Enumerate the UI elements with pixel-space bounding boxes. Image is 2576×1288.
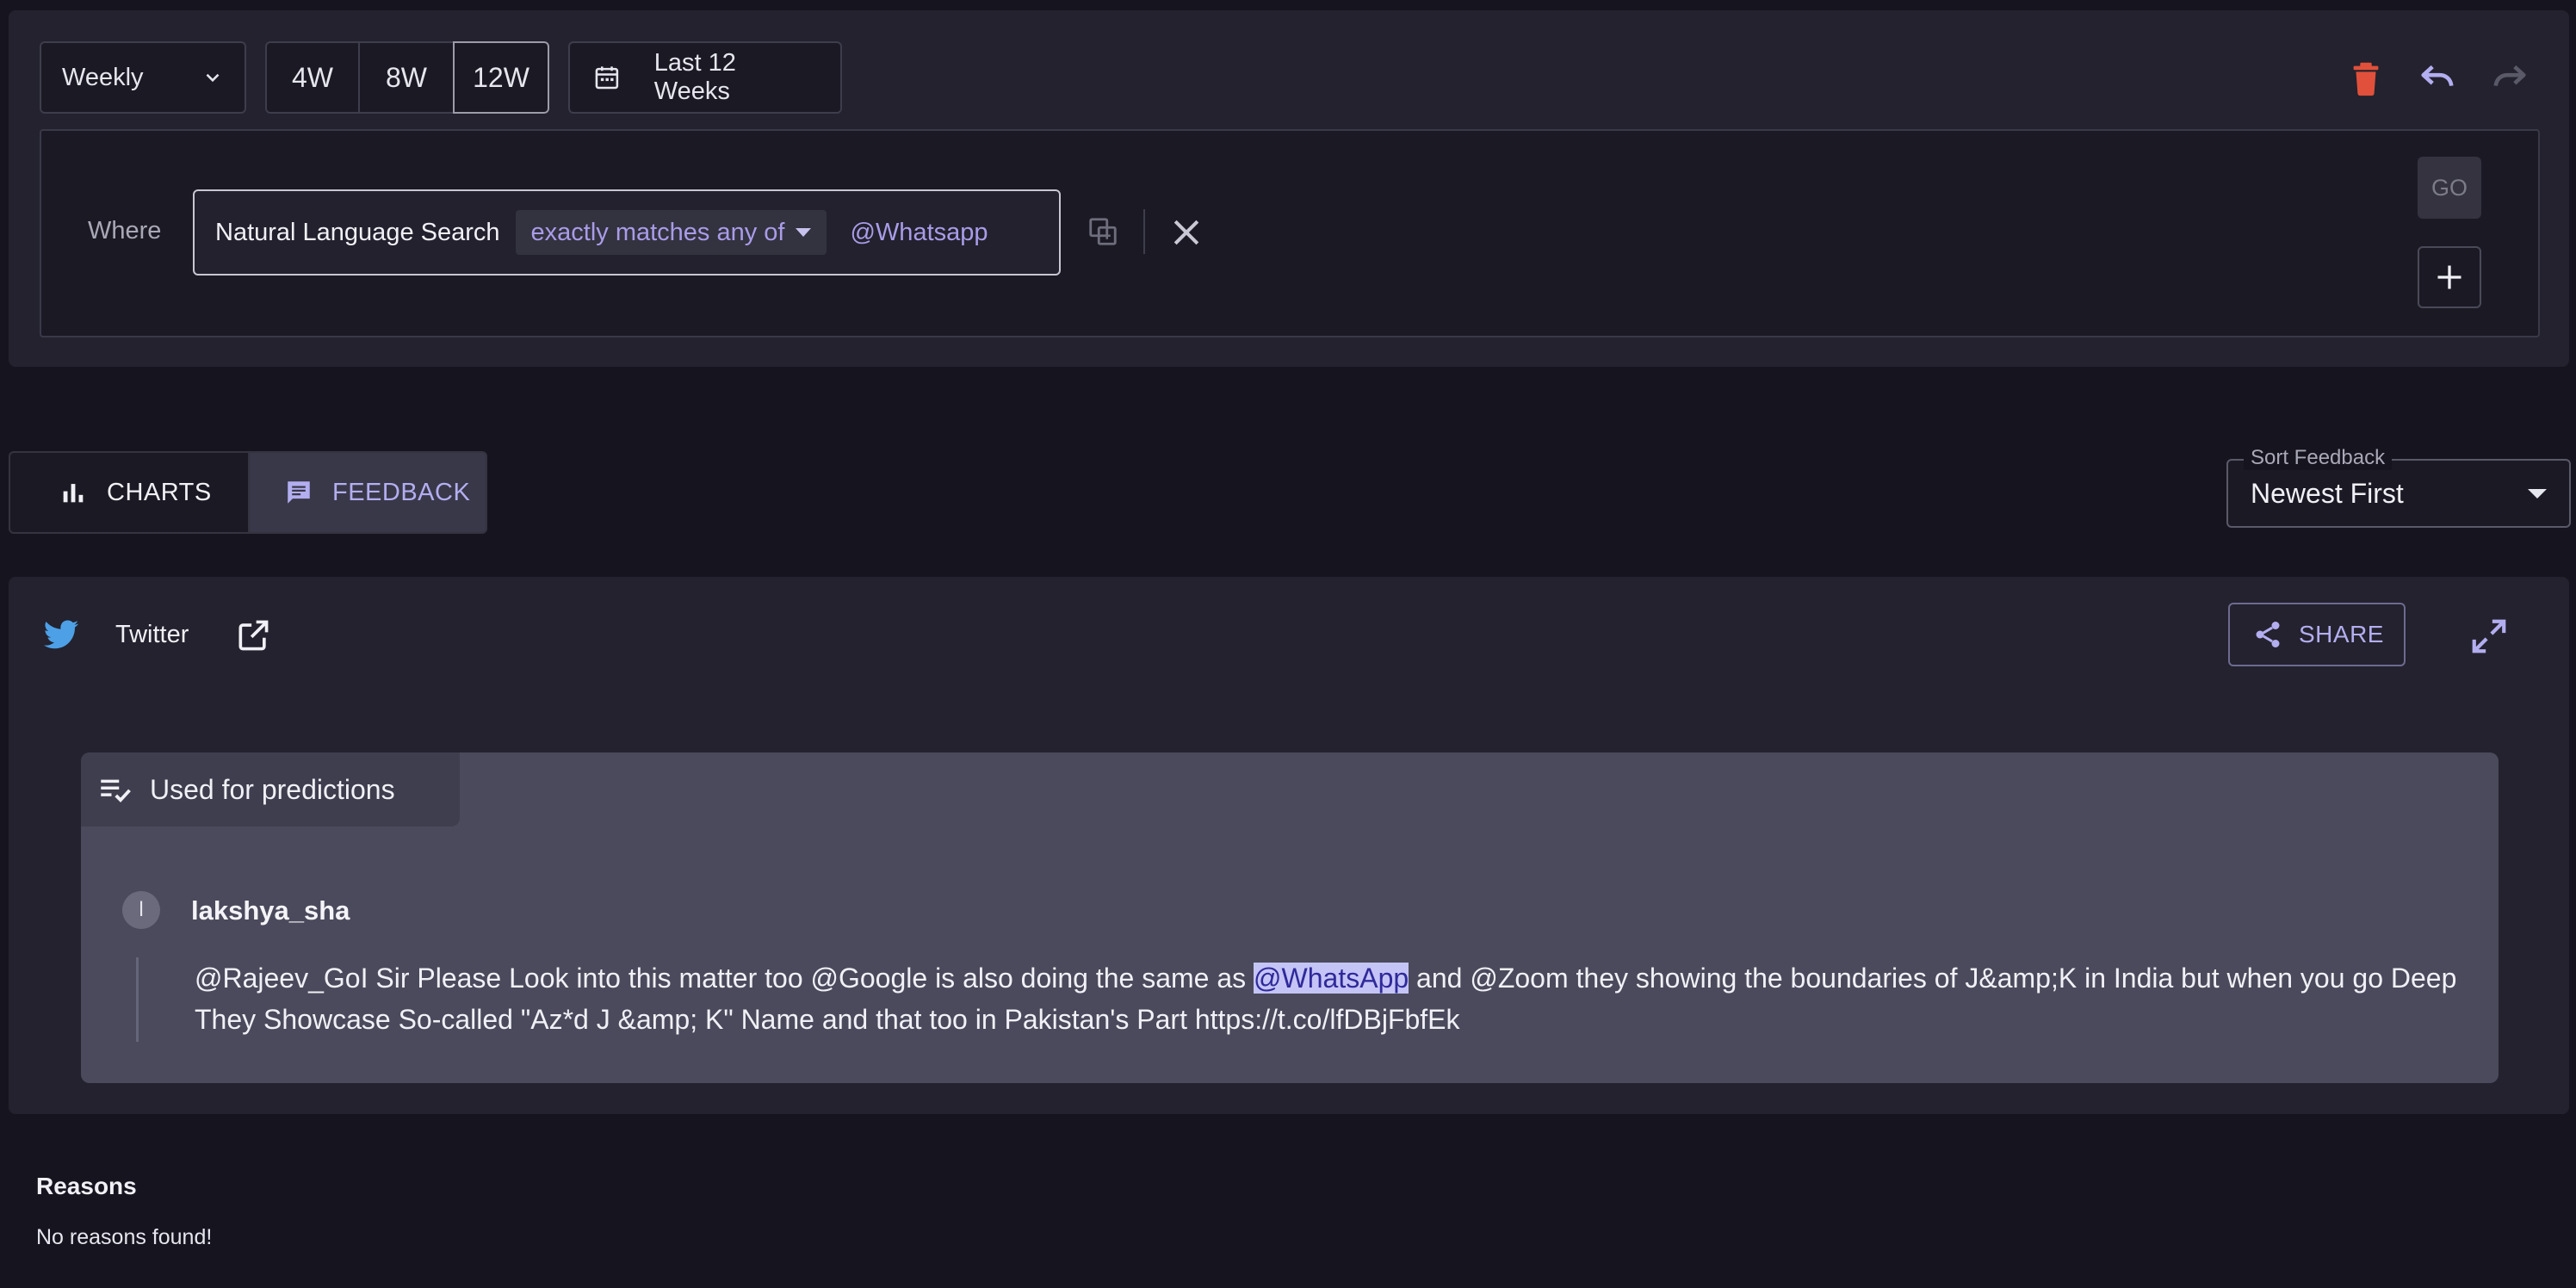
range-4w-button[interactable]: 4W bbox=[265, 41, 360, 114]
open-external-icon[interactable] bbox=[234, 616, 272, 654]
condition-operator-dropdown[interactable]: exactly matches any of bbox=[515, 210, 827, 255]
reasons-title: Reasons bbox=[36, 1173, 137, 1199]
where-label: Where bbox=[88, 217, 162, 245]
author-name: lakshya_sha bbox=[191, 895, 350, 926]
quote-bar bbox=[136, 957, 139, 1042]
condition-operator-label: exactly matches any of bbox=[530, 218, 785, 246]
date-range-label: Last 12 Weeks bbox=[653, 49, 736, 105]
close-icon[interactable] bbox=[1167, 214, 1205, 251]
message-text-before: @Rajeev_GoI Sir Please Look into this ma… bbox=[195, 963, 1254, 994]
message-highlight: @WhatsApp bbox=[1254, 963, 1409, 994]
range-button-group: 4W 8W 12W bbox=[265, 41, 549, 114]
calendar-icon bbox=[595, 66, 619, 90]
granularity-value: Weekly bbox=[62, 63, 144, 91]
bar-chart-icon bbox=[63, 484, 84, 503]
feedback-icon bbox=[288, 481, 310, 504]
condition-value[interactable]: @Whatsapp bbox=[851, 219, 988, 247]
share-button[interactable]: SHARE bbox=[2228, 603, 2406, 666]
prediction-badge: Used for predictions bbox=[81, 752, 460, 827]
redo-icon[interactable] bbox=[2490, 59, 2530, 98]
add-condition-button[interactable] bbox=[2418, 246, 2481, 308]
message-text: @Rajeev_GoI Sir Please Look into this ma… bbox=[195, 957, 2476, 1040]
granularity-select[interactable]: Weekly bbox=[40, 41, 246, 114]
sort-value: Newest First bbox=[2251, 477, 2404, 509]
prediction-label: Used for predictions bbox=[150, 773, 395, 805]
range-8w-button[interactable]: 8W bbox=[358, 41, 455, 114]
twitter-icon bbox=[43, 620, 79, 649]
tab-charts[interactable]: CHARTS bbox=[9, 451, 250, 534]
playlist-check-icon bbox=[101, 779, 131, 803]
plus-icon bbox=[2437, 265, 2461, 289]
tab-feedback-label: FEEDBACK bbox=[332, 478, 471, 506]
undo-icon[interactable] bbox=[2418, 59, 2457, 98]
trash-icon[interactable] bbox=[2346, 59, 2386, 98]
caret-down-icon bbox=[795, 228, 811, 237]
divider bbox=[1143, 209, 1145, 254]
view-tabs: CHARTS FEEDBACK bbox=[9, 451, 487, 534]
reasons-empty-text: No reasons found! bbox=[36, 1225, 213, 1249]
avatar: l bbox=[122, 891, 160, 929]
condition-field[interactable]: Natural Language Search bbox=[215, 219, 500, 247]
tab-charts-label: CHARTS bbox=[107, 478, 212, 506]
tab-feedback[interactable]: FEEDBACK bbox=[248, 451, 487, 534]
source-name: Twitter bbox=[115, 621, 189, 648]
expand-icon[interactable] bbox=[2469, 616, 2509, 656]
caret-down-icon bbox=[2528, 488, 2547, 498]
range-12w-button[interactable]: 12W bbox=[453, 41, 549, 114]
sort-feedback-label: Sort Feedback bbox=[2244, 446, 2393, 470]
condition-chip[interactable]: Natural Language Search exactly matches … bbox=[193, 189, 1061, 276]
share-icon bbox=[2256, 622, 2280, 647]
go-button[interactable]: GO bbox=[2418, 157, 2481, 219]
share-label: SHARE bbox=[2299, 621, 2384, 647]
duplicate-icon[interactable] bbox=[1087, 215, 1119, 248]
chevron-down-icon bbox=[206, 73, 220, 83]
date-range-button[interactable]: Last 12 Weeks bbox=[568, 41, 842, 114]
